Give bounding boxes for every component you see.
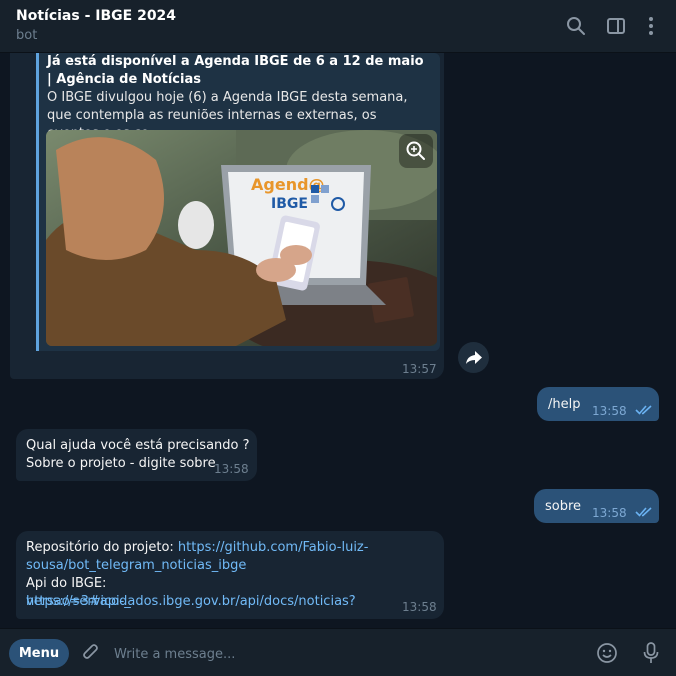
microphone-icon[interactable] <box>640 641 662 665</box>
message-time: 13:58 <box>402 600 437 614</box>
preview-image-logo-line2: IBGE <box>271 196 308 212</box>
message-composer: Menu <box>0 628 676 676</box>
forward-icon <box>466 351 482 364</box>
link-preview-card[interactable]: Já está disponível a Agenda IBGE de 6 a … <box>36 53 440 351</box>
preview-photo: Agend@ IBGE <box>46 130 437 346</box>
sidebar-toggle-icon[interactable] <box>605 15 627 37</box>
preview-image[interactable]: Agend@ IBGE <box>46 130 437 346</box>
message-text-line1: Qual ajuda você está precisando ? <box>26 438 250 453</box>
zoom-in-button[interactable] <box>399 134 433 168</box>
preview-title[interactable]: Já está disponível a Agenda IBGE de 6 a … <box>47 53 432 89</box>
api-line2: versao=3#api-_ <box>26 593 131 611</box>
message-time: 13:58 <box>592 404 627 418</box>
outgoing-message-help[interactable]: /help 13:58 <box>537 387 659 421</box>
chat-title[interactable]: Notícias - IBGE 2024 <box>16 8 176 24</box>
message-time: 13:58 <box>592 506 627 520</box>
message-list[interactable]: Já está disponível a Agenda IBGE de 6 a … <box>0 53 676 628</box>
link-preview-message[interactable]: Já está disponível a Agenda IBGE de 6 a … <box>10 53 444 379</box>
more-vertical-icon[interactable] <box>640 15 662 37</box>
repo-line1: Repositório do projeto: https://github.c… <box>26 539 436 557</box>
forward-button[interactable] <box>458 342 489 373</box>
repo-link-continued[interactable]: sousa/bot_telegram_noticias_ibge <box>26 558 246 573</box>
api-link-continued[interactable]: versao=3#api-_ <box>26 594 131 609</box>
incoming-message-help-reply[interactable]: Qual ajuda você está precisando ? Sobre … <box>16 429 257 481</box>
outgoing-message-sobre[interactable]: sobre 13:58 <box>534 489 659 523</box>
incoming-message-repo[interactable]: Repositório do projeto: https://github.c… <box>16 531 444 619</box>
repo-link[interactable]: https://github.com/Fabio-luiz- <box>178 540 369 555</box>
search-icon[interactable] <box>565 15 587 37</box>
chat-header: Notícias - IBGE 2024 bot <box>0 0 676 53</box>
message-time: 13:58 <box>214 462 249 476</box>
message-text: /help <box>548 397 581 412</box>
menu-button[interactable]: Menu <box>9 639 69 668</box>
message-text: sobre <box>545 499 582 514</box>
message-time: 13:57 <box>402 362 437 376</box>
message-text-line2: Sobre o projeto - digite sobre <box>26 456 216 471</box>
emoji-icon[interactable] <box>596 642 618 664</box>
zoom-in-icon <box>406 141 425 160</box>
repo-label: Repositório do projeto: <box>26 540 178 555</box>
double-check-icon <box>635 507 652 517</box>
api-label: Api do IBGE: <box>26 576 107 591</box>
chat-subtitle: bot <box>16 28 38 43</box>
paperclip-icon[interactable] <box>80 642 102 664</box>
message-input[interactable] <box>112 639 576 669</box>
repo-line2: sousa/bot_telegram_noticias_ibge <box>26 557 246 575</box>
double-check-icon <box>635 405 652 415</box>
